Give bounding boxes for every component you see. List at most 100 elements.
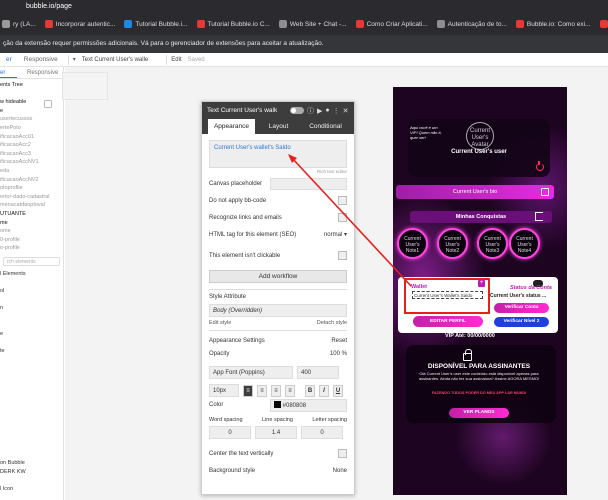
tree-item[interactable]: me: [0, 219, 63, 228]
add-workflow-button[interactable]: Add workflow: [209, 270, 347, 283]
bookmark-item[interactable]: Tutorial Bubble.io C...: [196, 20, 270, 28]
tree-item[interactable]: eda: [0, 167, 63, 176]
tab-responsive-left[interactable]: Responsive: [17, 67, 62, 78]
tree-item[interactable]: UTUANTE: [0, 210, 63, 219]
power-icon[interactable]: [536, 161, 544, 171]
info-icon[interactable]: ⓘ: [307, 106, 314, 116]
tree-item[interactable]: 0-profile: [0, 236, 63, 245]
exit-icon[interactable]: [535, 212, 543, 221]
detach-style-link[interactable]: Detach style: [317, 320, 347, 326]
edit-icon[interactable]: [541, 188, 549, 196]
bookmark-item[interactable]: ry (LA...: [2, 20, 36, 28]
tree-item[interactable]: ents Tree: [0, 81, 63, 90]
comment-icon[interactable]: ●: [325, 107, 329, 114]
property-editor-header[interactable]: Text Current User's walk ⓘ ▶ ● ⋮ ✕: [202, 102, 354, 119]
bookmark-item[interactable]: Tutorial Bubble.i...: [124, 20, 188, 28]
bookmark-item[interactable]: Como Criar Aplicati...: [355, 20, 428, 28]
tree-item[interactable]: menacatdaoptoval: [0, 201, 63, 210]
text-content-input[interactable]: Current User's wallet's Saldo: [209, 140, 347, 168]
align-left-button[interactable]: ≡: [243, 384, 253, 397]
edit-style-link[interactable]: Edit style: [209, 320, 231, 326]
align-right-button[interactable]: ≡: [271, 384, 281, 397]
tab-design-left[interactable]: er: [0, 67, 17, 78]
tree-item[interactable]: otoprofile: [0, 184, 63, 193]
html-tag-select[interactable]: normal ▾: [324, 231, 347, 238]
palette-item[interactable]: [0, 416, 63, 425]
tab-design[interactable]: er: [0, 56, 18, 63]
palette-item[interactable]: [0, 442, 63, 451]
palette-item[interactable]: [0, 296, 63, 305]
tab-layout[interactable]: Layout: [255, 119, 302, 134]
center-vertical-checkbox[interactable]: [338, 449, 347, 458]
font-weight-select[interactable]: 400: [297, 366, 339, 379]
tree-item[interactable]: ome: [0, 227, 63, 236]
line-spacing-input[interactable]: 1.4: [255, 426, 297, 439]
links-checkbox[interactable]: [338, 213, 347, 222]
background-style-select[interactable]: None: [333, 468, 347, 474]
tree-item[interactable]: usertecussos: [0, 115, 63, 124]
underline-button[interactable]: U: [333, 384, 343, 397]
tree-item[interactable]: ificacaoAccNV2: [0, 176, 63, 185]
edit-profile-button[interactable]: EDITAR PERFIL: [413, 316, 483, 327]
palette-item[interactable]: te: [0, 347, 63, 356]
close-icon[interactable]: ✕: [343, 107, 349, 115]
palette-item[interactable]: [0, 313, 63, 322]
color-picker[interactable]: #080808: [270, 398, 347, 412]
bookmark-item[interactable]: Web Site + Chat -...: [278, 20, 347, 28]
palette-item[interactable]: [0, 399, 63, 408]
palette-item[interactable]: l Elements: [0, 270, 63, 279]
visibility-toggle[interactable]: [290, 107, 304, 114]
palette-item[interactable]: [0, 476, 63, 485]
element-search-input[interactable]: rch elements: [3, 256, 60, 266]
tree-item[interactable]: [0, 90, 63, 99]
bookmark-item[interactable]: Incorporar autentic...: [44, 20, 115, 28]
edit-menu[interactable]: Edit: [171, 57, 181, 63]
tab-appearance[interactable]: Appearance: [208, 119, 255, 134]
verify-level-button[interactable]: Verificar Nível 2: [494, 317, 549, 327]
palette-item[interactable]: [0, 373, 63, 382]
tree-item[interactable]: ificacaoAcc2: [0, 141, 63, 150]
palette-item[interactable]: [0, 407, 63, 416]
align-center-button[interactable]: ≡: [257, 384, 267, 397]
avatar[interactable]: Current User's Avatar: [466, 122, 494, 150]
palette-item[interactable]: DERK KW: [0, 468, 63, 477]
canvas-placeholder-input[interactable]: [270, 177, 347, 190]
tree-item[interactable]: ertePoto: [0, 124, 63, 133]
chevron-down-icon[interactable]: ▾: [73, 56, 76, 63]
palette-item[interactable]: [0, 433, 63, 442]
tree-item[interactable]: ertor-dado-cadastral: [0, 193, 63, 202]
conquests-bar[interactable]: Minhas Conquistas: [410, 211, 552, 223]
tree-item[interactable]: ificacaoAcc3: [0, 150, 63, 159]
palette-item[interactable]: [0, 364, 63, 373]
bbcode-checkbox[interactable]: [338, 196, 347, 205]
clickable-checkbox[interactable]: [338, 251, 347, 260]
font-size-select[interactable]: 10px: [209, 384, 239, 397]
word-spacing-input[interactable]: 0: [209, 426, 251, 439]
tree-item[interactable]: o-profile: [0, 244, 63, 253]
show-hideable-checkbox[interactable]: [44, 100, 52, 108]
palette-item[interactable]: [0, 450, 63, 459]
palette-item[interactable]: [0, 278, 63, 287]
letter-spacing-input[interactable]: 0: [301, 426, 343, 439]
tree-item[interactable]: w hideable: [0, 98, 63, 107]
play-icon[interactable]: ▶: [317, 107, 322, 115]
palette-item[interactable]: e: [0, 330, 63, 339]
browser-address-bar[interactable]: bubble.io/page: [0, 0, 608, 13]
italic-button[interactable]: I: [319, 384, 329, 397]
palette-item[interactable]: on Bubble: [0, 459, 63, 468]
tree-item[interactable]: ificacaoAcc01: [0, 133, 63, 142]
bold-button[interactable]: B: [305, 384, 315, 397]
tree-item[interactable]: e: [0, 107, 63, 116]
more-icon[interactable]: ⋮: [333, 107, 340, 115]
palette-item[interactable]: [0, 390, 63, 399]
verify-account-button[interactable]: Verificar Conta: [494, 303, 549, 313]
reset-link[interactable]: Reset: [331, 338, 347, 344]
selected-element-name[interactable]: Text Current User's walle: [82, 57, 149, 63]
view-plans-button[interactable]: VER PLANOS: [449, 408, 509, 418]
palette-item[interactable]: l Icon: [0, 485, 63, 494]
palette-item[interactable]: ol: [0, 287, 63, 296]
align-justify-button[interactable]: ≡: [285, 384, 295, 397]
font-family-select[interactable]: App Font (Poppins): [209, 366, 293, 379]
tree-item[interactable]: ificacaoAccNV1: [0, 158, 63, 167]
tab-responsive[interactable]: Responsive: [18, 56, 64, 63]
